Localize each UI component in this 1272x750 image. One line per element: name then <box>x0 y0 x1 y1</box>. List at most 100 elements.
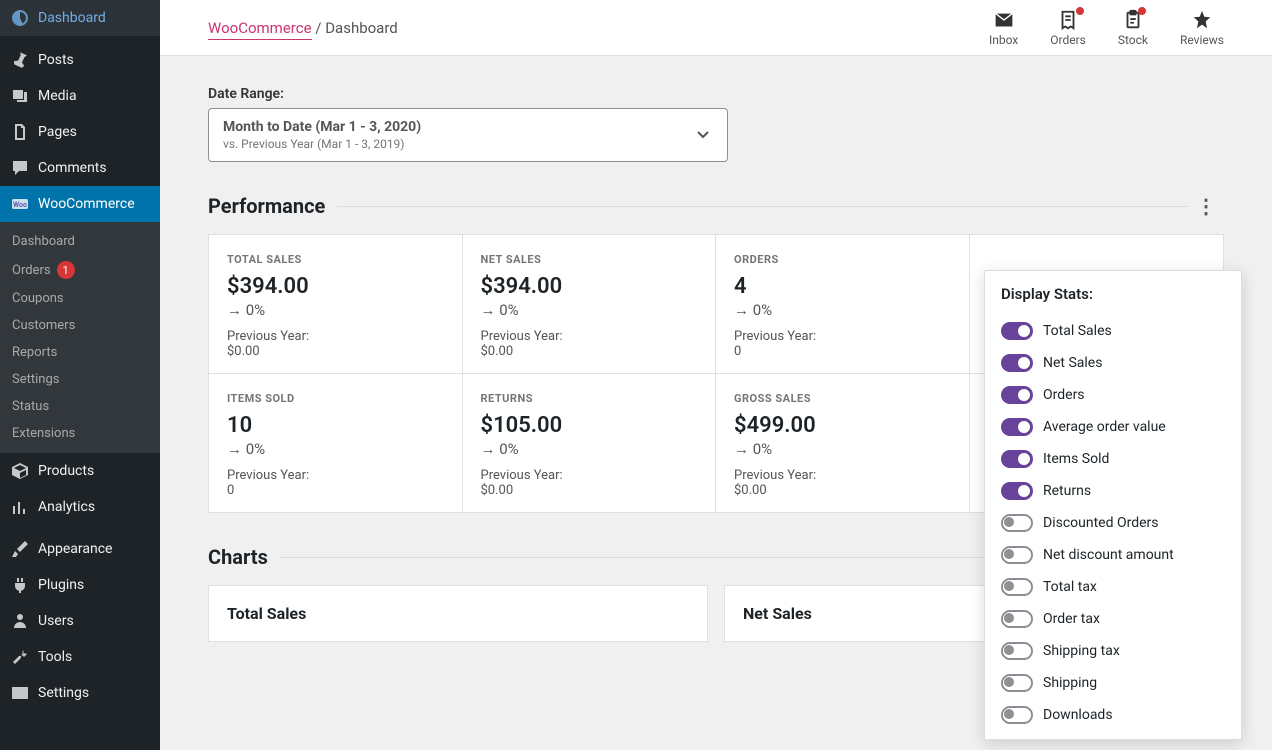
toggle-switch[interactable] <box>1001 610 1033 628</box>
toggle-switch[interactable] <box>1001 322 1033 340</box>
toggle-discounted-orders[interactable]: Discounted Orders <box>1001 507 1225 539</box>
toggle-items-sold[interactable]: Items Sold <box>1001 443 1225 475</box>
sidebar-sub-extensions[interactable]: Extensions <box>0 420 160 447</box>
sidebar-item-users[interactable]: Users <box>0 603 160 639</box>
toggle-switch[interactable] <box>1001 642 1033 660</box>
toggle-orders[interactable]: Orders <box>1001 379 1225 411</box>
perf-change: → 0% <box>481 440 698 458</box>
sidebar-item-media[interactable]: Media <box>0 78 160 114</box>
sidebar-item-posts[interactable]: Posts <box>0 42 160 78</box>
sidebar-sub-label: Dashboard <box>12 234 75 249</box>
toggle-label: Net discount amount <box>1043 547 1174 563</box>
star-icon <box>1191 9 1213 31</box>
notification-dot <box>1076 7 1084 15</box>
plug-icon <box>10 575 30 595</box>
topbar-inbox[interactable]: Inbox <box>989 9 1018 47</box>
sidebar-sub-orders[interactable]: Orders1 <box>0 255 160 285</box>
breadcrumb-sep: / <box>315 19 325 37</box>
sidebar-item-tools[interactable]: Tools <box>0 639 160 675</box>
perf-value: $499.00 <box>734 413 951 438</box>
chart-card[interactable]: Total Sales <box>208 585 708 642</box>
sidebar-item-appearance[interactable]: Appearance <box>0 531 160 567</box>
perf-value: 4 <box>734 274 951 299</box>
toggle-switch[interactable] <box>1001 418 1033 436</box>
toggle-switch[interactable] <box>1001 578 1033 596</box>
toggle-shipping-tax[interactable]: Shipping tax <box>1001 635 1225 667</box>
toggle-label: Net Sales <box>1043 355 1102 371</box>
perf-card[interactable]: TOTAL SALES $394.00 → 0% Previous Year: … <box>209 235 463 374</box>
chevron-down-icon <box>693 125 713 145</box>
sidebar-item-pages[interactable]: Pages <box>0 114 160 150</box>
topbar-stock[interactable]: Stock <box>1118 9 1148 47</box>
sidebar-item-label: Analytics <box>38 499 95 515</box>
sidebar-item-label: Plugins <box>38 577 84 593</box>
sidebar-item-woocommerce[interactable]: WooWooCommerce <box>0 186 160 222</box>
toggle-label: Shipping tax <box>1043 643 1120 659</box>
toggle-order-tax[interactable]: Order tax <box>1001 603 1225 635</box>
date-range-label: Date Range: <box>208 86 1224 102</box>
date-range-selector[interactable]: Month to Date (Mar 1 - 3, 2020) vs. Prev… <box>208 108 728 162</box>
sidebar-item-dashboard[interactable]: Dashboard <box>0 0 160 36</box>
toggle-net-discount-amount[interactable]: Net discount amount <box>1001 539 1225 571</box>
sidebar-sub-dashboard[interactable]: Dashboard <box>0 228 160 255</box>
sidebar-sub-status[interactable]: Status <box>0 393 160 420</box>
perf-prev-value: $0.00 <box>227 344 444 359</box>
popup-title: Display Stats: <box>1001 285 1225 303</box>
performance-menu-button[interactable]: ⋮ <box>1188 194 1224 218</box>
toggle-returns[interactable]: Returns <box>1001 475 1225 507</box>
user-icon <box>10 611 30 631</box>
comment-icon <box>10 158 30 178</box>
perf-card[interactable]: ITEMS SOLD 10 → 0% Previous Year: 0 <box>209 374 463 512</box>
topbar-reviews[interactable]: Reviews <box>1180 9 1224 47</box>
sidebar-sub-label: Orders <box>12 263 51 278</box>
sidebar-sub-label: Status <box>12 399 49 414</box>
notification-dot <box>1138 7 1146 15</box>
sidebar-sub-label: Coupons <box>12 291 64 306</box>
toggle-switch[interactable] <box>1001 482 1033 500</box>
topbar-action-label: Orders <box>1050 33 1086 47</box>
perf-prev-label: Previous Year: <box>481 468 698 483</box>
toggle-shipping[interactable]: Shipping <box>1001 667 1225 699</box>
sidebar-item-plugins[interactable]: Plugins <box>0 567 160 603</box>
sidebar-sub-coupons[interactable]: Coupons <box>0 285 160 312</box>
sidebar-sub-settings[interactable]: Settings <box>0 366 160 393</box>
sidebar-item-label: Products <box>38 463 94 479</box>
perf-card[interactable]: NET SALES $394.00 → 0% Previous Year: $0… <box>463 235 717 374</box>
toggle-switch[interactable] <box>1001 386 1033 404</box>
toggle-switch[interactable] <box>1001 450 1033 468</box>
toggle-label: Downloads <box>1043 707 1113 723</box>
toggle-downloads[interactable]: Downloads <box>1001 699 1225 731</box>
toggle-switch[interactable] <box>1001 514 1033 532</box>
perf-change: → 0% <box>734 301 951 319</box>
perf-label: GROSS SALES <box>734 392 951 405</box>
toggle-label: Items Sold <box>1043 451 1109 467</box>
toggle-total-sales[interactable]: Total Sales <box>1001 315 1225 347</box>
breadcrumb-root[interactable]: WooCommerce <box>208 19 312 40</box>
toggle-average-order-value[interactable]: Average order value <box>1001 411 1225 443</box>
chart-icon <box>10 497 30 517</box>
toggle-switch[interactable] <box>1001 674 1033 692</box>
topbar-action-label: Stock <box>1118 33 1148 47</box>
toggle-total-tax[interactable]: Total tax <box>1001 571 1225 603</box>
woo-icon: Woo <box>10 194 30 214</box>
perf-value: $394.00 <box>481 274 698 299</box>
breadcrumb: WooCommerce / Dashboard <box>208 19 398 37</box>
sidebar-item-settings[interactable]: Settings <box>0 675 160 711</box>
sidebar-item-products[interactable]: Products <box>0 453 160 489</box>
toggle-net-sales[interactable]: Net Sales <box>1001 347 1225 379</box>
toggle-switch[interactable] <box>1001 354 1033 372</box>
breadcrumb-current: Dashboard <box>325 19 398 37</box>
sidebar-item-label: Tools <box>38 649 72 665</box>
toggle-switch[interactable] <box>1001 546 1033 564</box>
sidebar-item-comments[interactable]: Comments <box>0 150 160 186</box>
toggle-label: Total Sales <box>1043 323 1112 339</box>
perf-card[interactable]: ORDERS 4 → 0% Previous Year: 0 <box>716 235 970 374</box>
sidebar-item-analytics[interactable]: Analytics <box>0 489 160 525</box>
perf-card[interactable]: RETURNS $105.00 → 0% Previous Year: $0.0… <box>463 374 717 512</box>
toggle-switch[interactable] <box>1001 706 1033 724</box>
sidebar-sub-reports[interactable]: Reports <box>0 339 160 366</box>
topbar-orders[interactable]: Orders <box>1050 9 1086 47</box>
perf-label: ORDERS <box>734 253 951 266</box>
sidebar-sub-customers[interactable]: Customers <box>0 312 160 339</box>
perf-card[interactable]: GROSS SALES $499.00 → 0% Previous Year: … <box>716 374 970 512</box>
